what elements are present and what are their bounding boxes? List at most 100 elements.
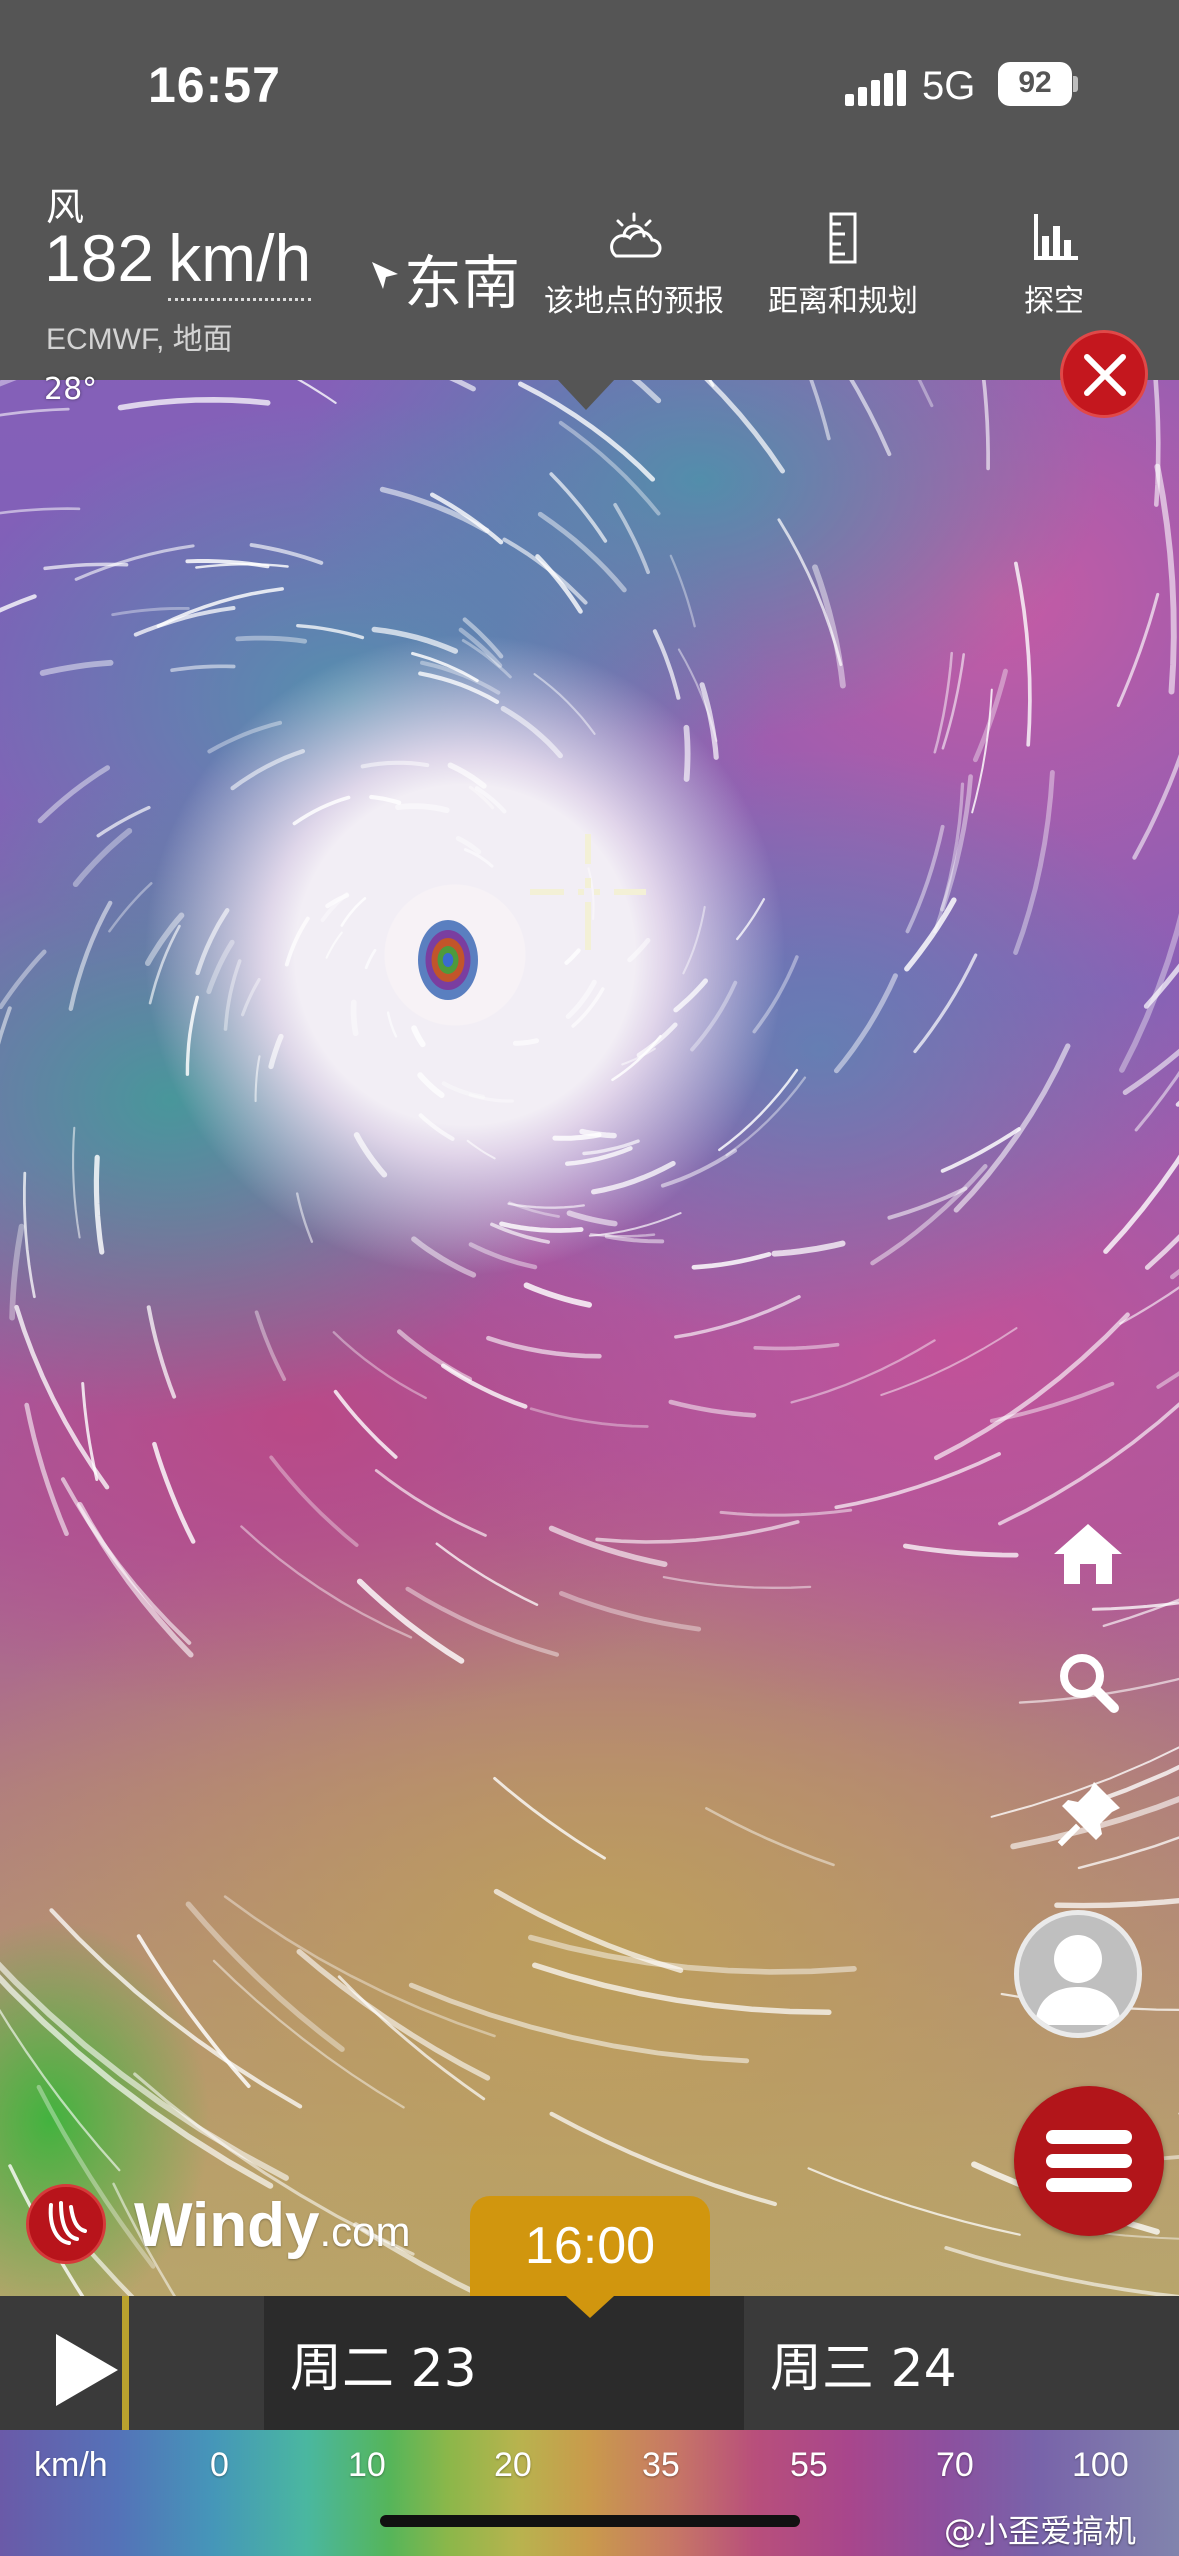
streamline: [0, 507, 81, 515]
sounding-button[interactable]: 探空: [1000, 210, 1108, 320]
streamline: [269, 1455, 359, 1547]
streamline: [466, 1139, 496, 1160]
close-button[interactable]: [1060, 330, 1148, 418]
streamline: [72, 828, 133, 887]
streamline: [74, 544, 195, 581]
streamline: [997, 1402, 1179, 1526]
forecast-at-location-button[interactable]: 该地点的预报: [536, 210, 732, 320]
streamline: [284, 916, 310, 967]
streamline: [590, 1160, 676, 1195]
streamline: [1132, 754, 1179, 860]
streamline: [705, 1807, 835, 1867]
streamline: [1103, 1154, 1179, 1254]
streamline: [249, 543, 324, 565]
streamline: [22, 1171, 36, 1299]
streamline: [333, 1389, 398, 1459]
streamline: [499, 1221, 584, 1233]
menu-button[interactable]: [1014, 2086, 1164, 2236]
panel-pointer: [556, 378, 616, 410]
legend-value: 20: [494, 2446, 532, 2484]
battery-level: 92: [1018, 66, 1052, 99]
streamline: [880, 1327, 1018, 1396]
streamline: [350, 999, 359, 1037]
timeline-now-marker: [122, 2296, 129, 2430]
streamline: [185, 995, 200, 1076]
streamline: [790, 1339, 936, 1404]
streamline: [474, 786, 507, 814]
streamline: [559, 1591, 702, 1632]
streamline: [468, 1093, 514, 1103]
legend-unit: km/h: [34, 2446, 108, 2484]
legend-value: 100: [1072, 2446, 1129, 2484]
streamline: [37, 765, 111, 824]
streamline: [533, 673, 596, 735]
signal-icon: [845, 70, 906, 106]
streamline: [905, 824, 945, 934]
play-icon[interactable]: [56, 2334, 118, 2406]
streamline: [771, 1240, 846, 1257]
streamline: [152, 1441, 196, 1544]
streamline: [913, 953, 978, 1054]
streamline: [296, 624, 365, 640]
streamline: [468, 1242, 538, 1270]
streamline: [699, 682, 719, 760]
streamline: [235, 635, 308, 644]
timeline-day-tue[interactable]: 周二 23: [290, 2326, 477, 2401]
streamline: [371, 626, 459, 654]
search-icon[interactable]: [1050, 1644, 1126, 1720]
streamline: [690, 980, 738, 1052]
streamline: [374, 1469, 487, 1537]
streamline: [461, 639, 512, 679]
streamline: [340, 897, 367, 927]
streamline: [117, 396, 271, 411]
streamline: [564, 948, 581, 965]
streamline: [807, 2167, 1021, 2236]
streamline: [68, 900, 113, 1011]
streamline: [512, 1038, 540, 1046]
streamline: [353, 1132, 388, 1178]
status-time: 16:57: [148, 57, 281, 113]
streamline: [195, 562, 289, 569]
home-indicator[interactable]: [380, 2515, 800, 2527]
status-bar: 16:57 5G 92: [0, 0, 1179, 170]
pin-icon[interactable]: [1050, 1776, 1126, 1852]
streamline: [493, 1888, 684, 1973]
watermark: @小歪爱搞机: [944, 2512, 1137, 2550]
bar-chart-icon: [1034, 214, 1078, 260]
streamline: [77, 1501, 194, 1658]
user-icon: [1035, 1935, 1121, 2025]
streamline: [1014, 561, 1032, 747]
streamline: [953, 1043, 1071, 1213]
streamline: [1091, 1601, 1179, 1611]
brand-domain: .com: [319, 2208, 411, 2255]
streamline: [405, 1586, 560, 1657]
streamline: [660, 1148, 737, 1188]
menu-icon: [1046, 2130, 1132, 2144]
streamline: [565, 979, 597, 1019]
streamline: [683, 724, 691, 782]
windy-logo-icon: [26, 2184, 106, 2264]
streamline: [0, 407, 70, 417]
wind-speed-readout: 182 km/h: [44, 220, 312, 301]
streamline: [549, 2111, 778, 2207]
streamline: [0, 594, 37, 613]
streamline: [49, 1908, 303, 2109]
avatar[interactable]: [1014, 1910, 1142, 2038]
distance-planning-button[interactable]: 距离和规划: [760, 210, 926, 320]
crosshair-icon: [530, 834, 646, 950]
streamline: [548, 1525, 668, 1567]
streamline: [718, 1068, 799, 1152]
streamline: [725, 1076, 807, 1157]
streamline: [904, 897, 957, 972]
timeline-day-wed[interactable]: 周三 24: [770, 2326, 957, 2401]
streamline: [595, 1520, 800, 1544]
model-source: ECMWF, 地面: [46, 323, 233, 356]
streamline: [579, 1128, 617, 1139]
streamline: [777, 518, 843, 667]
current-time-bubble[interactable]: 16:00: [470, 2196, 710, 2296]
wind-speed-unit[interactable]: km/h: [168, 220, 312, 301]
streamline: [447, 762, 487, 789]
home-icon[interactable]: [1050, 1516, 1126, 1592]
streamline: [944, 2246, 1179, 2299]
legend-value: 55: [790, 2446, 828, 2484]
